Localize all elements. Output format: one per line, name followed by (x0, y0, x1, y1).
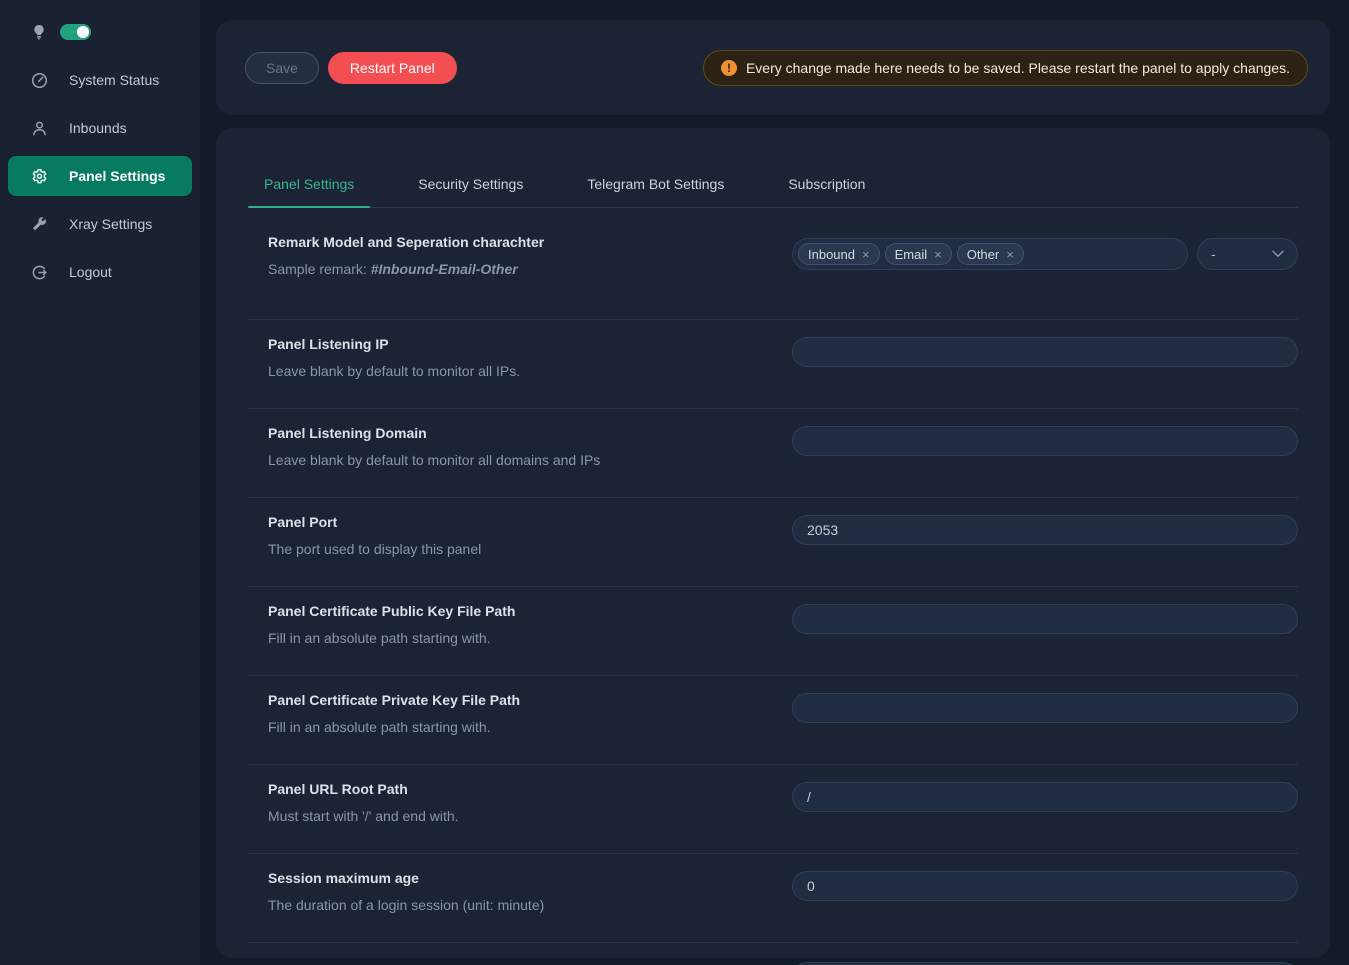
alert-text: Every change made here needs to be saved… (746, 60, 1290, 76)
warning-icon: ! (721, 60, 737, 76)
form-row-panel-port: Panel Port The port used to display this… (248, 498, 1298, 587)
tag-label: Email (895, 247, 928, 262)
cert-public-key-path-input[interactable] (792, 604, 1298, 634)
sidebar-item-panel-settings[interactable]: Panel Settings (8, 156, 192, 196)
sidebar-item-label: System Status (69, 72, 159, 88)
field-label: Panel URL Root Path (268, 781, 459, 798)
form-row-url-root-path: Panel URL Root Path Must start with '/' … (248, 765, 1298, 854)
sidebar-item-xray-settings[interactable]: Xray Settings (0, 200, 200, 248)
cert-private-key-path-input[interactable] (792, 693, 1298, 723)
tag-remove-icon[interactable]: × (862, 248, 870, 261)
select-value: - (1211, 246, 1216, 262)
field-hint: Must start with '/' and end with. (268, 808, 459, 824)
field-label: Panel Listening Domain (268, 425, 600, 442)
tab-label: Telegram Bot Settings (587, 176, 724, 192)
url-root-path-input[interactable] (792, 782, 1298, 812)
field-hint: Sample remark: #Inbound-Email-Other (268, 261, 544, 277)
panel-listening-ip-input[interactable] (792, 337, 1298, 367)
sidebar-item-label: Xray Settings (69, 216, 152, 232)
sidebar-nav: System Status Inbounds (0, 56, 200, 296)
main-content: Save Restart Panel ! Every change made h… (200, 0, 1349, 965)
field-hint: The port used to display this panel (268, 541, 481, 557)
toolbar-buttons: Save Restart Panel (245, 52, 457, 84)
field-label: Session maximum age (268, 870, 544, 887)
field-label: Panel Certificate Public Key File Path (268, 603, 515, 620)
sidebar-item-label: Inbounds (69, 120, 127, 136)
field-label: Panel Port (268, 514, 481, 531)
session-max-age-input[interactable] (792, 871, 1298, 901)
field-hint: Fill in an absolute path starting with. (268, 719, 520, 735)
form-row-session-max-age: Session maximum age The duration of a lo… (248, 854, 1298, 943)
field-label: Panel Certificate Private Key File Path (268, 692, 520, 709)
save-button[interactable]: Save (245, 52, 319, 84)
sidebar-item-logout[interactable]: Logout (0, 248, 200, 296)
panel-port-input[interactable] (792, 515, 1298, 545)
tag-other: Other × (957, 243, 1024, 265)
toggle-knob (77, 26, 89, 38)
wrench-icon (31, 216, 48, 233)
chevron-down-icon (1272, 250, 1284, 258)
gear-icon (31, 168, 48, 185)
restart-panel-button[interactable]: Restart Panel (328, 52, 457, 84)
form-row-remark-model: Remark Model and Seperation charachter S… (248, 208, 1298, 320)
tab-label: Security Settings (418, 176, 523, 192)
field-label: Panel Listening IP (268, 336, 520, 353)
field-label: Remark Model and Seperation charachter (268, 234, 544, 251)
form-row-cert-public-key: Panel Certificate Public Key File Path F… (248, 587, 1298, 676)
remark-tags-input[interactable]: Inbound × Email × Other × (792, 238, 1188, 270)
tag-remove-icon[interactable]: × (934, 248, 942, 261)
form-row-cert-private-key: Panel Certificate Private Key File Path … (248, 676, 1298, 765)
hint-sample: #Inbound-Email-Other (371, 261, 518, 277)
settings-card: Panel Settings Security Settings Telegra… (216, 128, 1330, 958)
theme-toggle-row (0, 16, 200, 48)
tab-subscription[interactable]: Subscription (772, 161, 881, 207)
field-hint: Leave blank by default to monitor all do… (268, 452, 600, 468)
toolbar-card: Save Restart Panel ! Every change made h… (216, 20, 1330, 115)
field-hint: Fill in an absolute path starting with. (268, 630, 515, 646)
logout-icon (31, 264, 48, 281)
field-hint: Leave blank by default to monitor all IP… (268, 363, 520, 379)
sidebar-item-inbounds[interactable]: Inbounds (0, 104, 200, 152)
separator-select[interactable]: - (1197, 238, 1298, 270)
lightbulb-icon (31, 24, 47, 40)
tab-panel-settings[interactable]: Panel Settings (248, 161, 370, 207)
app-root: System Status Inbounds (0, 0, 1349, 965)
tab-label: Subscription (788, 176, 865, 192)
tag-label: Inbound (808, 247, 855, 262)
form-row-listening-domain: Panel Listening Domain Leave blank by de… (248, 409, 1298, 498)
sidebar-item-label: Logout (69, 264, 112, 280)
person-icon (31, 120, 48, 137)
form-row-partial (248, 943, 1298, 965)
sidebar-item-label: Panel Settings (69, 168, 165, 184)
gauge-icon (31, 72, 48, 89)
tab-security-settings[interactable]: Security Settings (402, 161, 539, 207)
tag-email: Email × (885, 243, 952, 265)
unsaved-changes-alert: ! Every change made here needs to be sav… (703, 50, 1308, 86)
tab-telegram-bot-settings[interactable]: Telegram Bot Settings (571, 161, 740, 207)
sidebar-item-system-status[interactable]: System Status (0, 56, 200, 104)
hint-prefix: Sample remark: (268, 261, 371, 277)
tab-bar: Panel Settings Security Settings Telegra… (248, 128, 1298, 208)
sidebar: System Status Inbounds (0, 0, 200, 965)
panel-listening-domain-input[interactable] (792, 426, 1298, 456)
tag-label: Other (967, 247, 1000, 262)
tag-remove-icon[interactable]: × (1006, 248, 1014, 261)
tag-inbound: Inbound × (798, 243, 880, 265)
field-hint: The duration of a login session (unit: m… (268, 897, 544, 913)
dark-mode-toggle[interactable] (60, 24, 91, 40)
tab-label: Panel Settings (264, 176, 354, 192)
form-row-listening-ip: Panel Listening IP Leave blank by defaul… (248, 320, 1298, 409)
